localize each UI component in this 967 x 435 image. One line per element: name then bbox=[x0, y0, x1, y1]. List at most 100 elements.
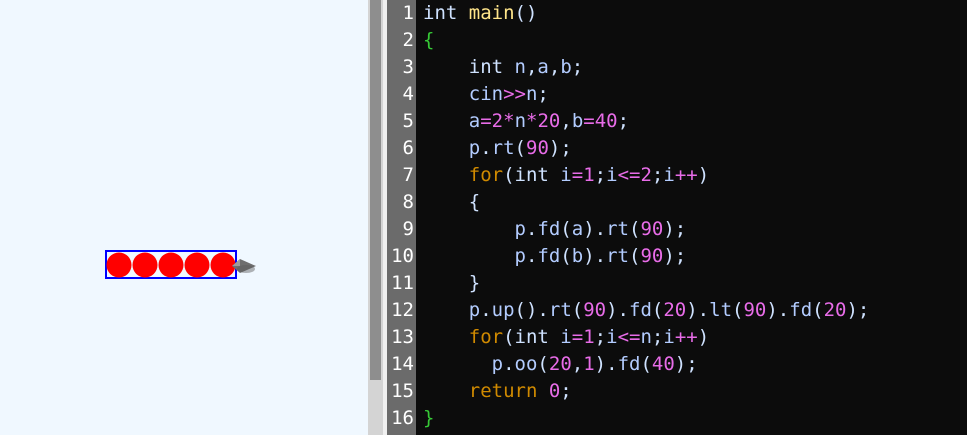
line-number: 14 bbox=[391, 353, 414, 375]
code-token: int bbox=[514, 326, 561, 348]
code-token: 1 bbox=[583, 353, 595, 375]
code-token: >> bbox=[503, 83, 526, 105]
line-number: 2 bbox=[402, 29, 414, 51]
code-line[interactable]: int n,a,b; bbox=[423, 54, 583, 81]
code-token: b bbox=[560, 56, 572, 78]
code-line[interactable]: { bbox=[423, 189, 480, 216]
turtle-canvas bbox=[0, 0, 368, 435]
code-token: ( bbox=[571, 299, 584, 321]
code-editor[interactable]: 1 2 3 4 5 6 7 8 9 10 11 12 13 14 15 16 int main(){ int … bbox=[387, 0, 967, 435]
code-token: = bbox=[571, 164, 584, 186]
code-token: a bbox=[537, 56, 549, 78]
code-token: i bbox=[560, 326, 572, 348]
code-token: ( bbox=[651, 299, 664, 321]
code-token: ; bbox=[651, 164, 664, 186]
code-token: i bbox=[663, 326, 675, 348]
code-token: 90 bbox=[526, 137, 549, 159]
code-token: ( bbox=[537, 353, 549, 375]
code-token: fd bbox=[537, 245, 561, 267]
code-token: , bbox=[525, 56, 538, 78]
code-line[interactable]: p.fd(a).rt(90); bbox=[423, 216, 687, 243]
code-token: . bbox=[480, 137, 492, 159]
code-token: 40 bbox=[651, 353, 675, 375]
code-token: 90 bbox=[583, 299, 607, 321]
code-token: ). bbox=[594, 353, 618, 375]
line-number: 9 bbox=[402, 218, 414, 240]
code-line[interactable]: cin>>n; bbox=[423, 81, 549, 108]
code-token: ( bbox=[812, 299, 824, 321]
code-token: = bbox=[583, 110, 595, 132]
code-line[interactable]: { bbox=[423, 27, 434, 54]
code-token: 90 bbox=[743, 299, 767, 321]
code-line[interactable]: } bbox=[423, 270, 480, 297]
code-line[interactable]: a=2*n*20,b=40; bbox=[423, 108, 629, 135]
code-token: int bbox=[423, 56, 515, 78]
code-line[interactable]: } bbox=[423, 405, 434, 432]
code-token: = bbox=[571, 326, 584, 348]
code-token: ; bbox=[537, 83, 549, 105]
code-token: 90 bbox=[640, 218, 664, 240]
code-token: for bbox=[423, 164, 504, 186]
code-token: ( bbox=[503, 164, 515, 186]
code-token: . bbox=[525, 245, 538, 267]
code-token: ); bbox=[846, 299, 870, 321]
code-token: ; bbox=[571, 56, 584, 78]
code-token: i bbox=[560, 164, 572, 186]
code-token: 40 bbox=[594, 110, 618, 132]
code-token: n bbox=[525, 83, 538, 105]
code-token: ; bbox=[617, 110, 630, 132]
code-token: ( bbox=[514, 137, 526, 159]
code-token: { bbox=[423, 29, 435, 51]
code-line[interactable]: for(int i=1;i<=2;i++) bbox=[423, 162, 709, 189]
line-number: 3 bbox=[402, 56, 414, 78]
code-token: , bbox=[560, 110, 572, 132]
code-token: p bbox=[423, 218, 526, 240]
code-line[interactable]: p.oo(20,1).fd(40); bbox=[423, 351, 698, 378]
code-token: i bbox=[606, 164, 618, 186]
code-line[interactable]: int main() bbox=[423, 0, 537, 27]
code-token: 1 bbox=[583, 164, 595, 186]
code-token: . bbox=[503, 353, 515, 375]
drawn-circle bbox=[184, 252, 210, 278]
code-token: ); bbox=[663, 218, 687, 240]
code-token: ; bbox=[594, 326, 607, 348]
code-token: ). bbox=[686, 299, 710, 321]
code-token: , bbox=[548, 56, 561, 78]
code-token: * bbox=[503, 110, 515, 132]
code-token: p bbox=[423, 245, 526, 267]
scrollbar-thumb[interactable] bbox=[370, 0, 381, 380]
code-line[interactable]: p.fd(b).rt(90); bbox=[423, 243, 687, 270]
line-number: 15 bbox=[391, 380, 414, 402]
code-token: 20 bbox=[537, 110, 561, 132]
code-token: ( bbox=[560, 245, 572, 267]
line-number: 4 bbox=[402, 83, 414, 105]
drawn-circle bbox=[132, 252, 158, 278]
code-token: ( bbox=[503, 326, 515, 348]
code-token: } bbox=[423, 407, 435, 429]
code-token: ++ bbox=[674, 326, 698, 348]
code-line[interactable]: return 0; bbox=[423, 378, 572, 405]
code-token: p bbox=[423, 353, 504, 375]
code-line[interactable]: p.rt(90); bbox=[423, 135, 572, 162]
line-number: 8 bbox=[402, 191, 414, 213]
code-line[interactable]: p.up().rt(90).fd(20).lt(90).fd(20); bbox=[423, 297, 870, 324]
code-token: ) bbox=[697, 164, 710, 186]
code-token: a bbox=[571, 218, 584, 240]
code-token: = bbox=[480, 110, 492, 132]
line-number: 12 bbox=[391, 299, 414, 321]
code-line[interactable]: for(int i=1;i<=n;i++) bbox=[423, 324, 709, 351]
code-token: b bbox=[571, 245, 584, 267]
code-token: for bbox=[423, 326, 504, 348]
code-token: 1 bbox=[583, 326, 595, 348]
code-token: fd bbox=[537, 218, 561, 240]
code-token: ). bbox=[583, 245, 607, 267]
code-token: p bbox=[423, 137, 481, 159]
drawn-circle bbox=[210, 252, 236, 278]
code-token: a bbox=[423, 110, 481, 132]
code-token: ++ bbox=[674, 164, 698, 186]
code-token: i bbox=[663, 164, 675, 186]
code-token: n bbox=[514, 56, 526, 78]
line-number: 1 bbox=[402, 2, 414, 24]
code-token: ; bbox=[594, 164, 607, 186]
code-token: fd bbox=[617, 353, 641, 375]
